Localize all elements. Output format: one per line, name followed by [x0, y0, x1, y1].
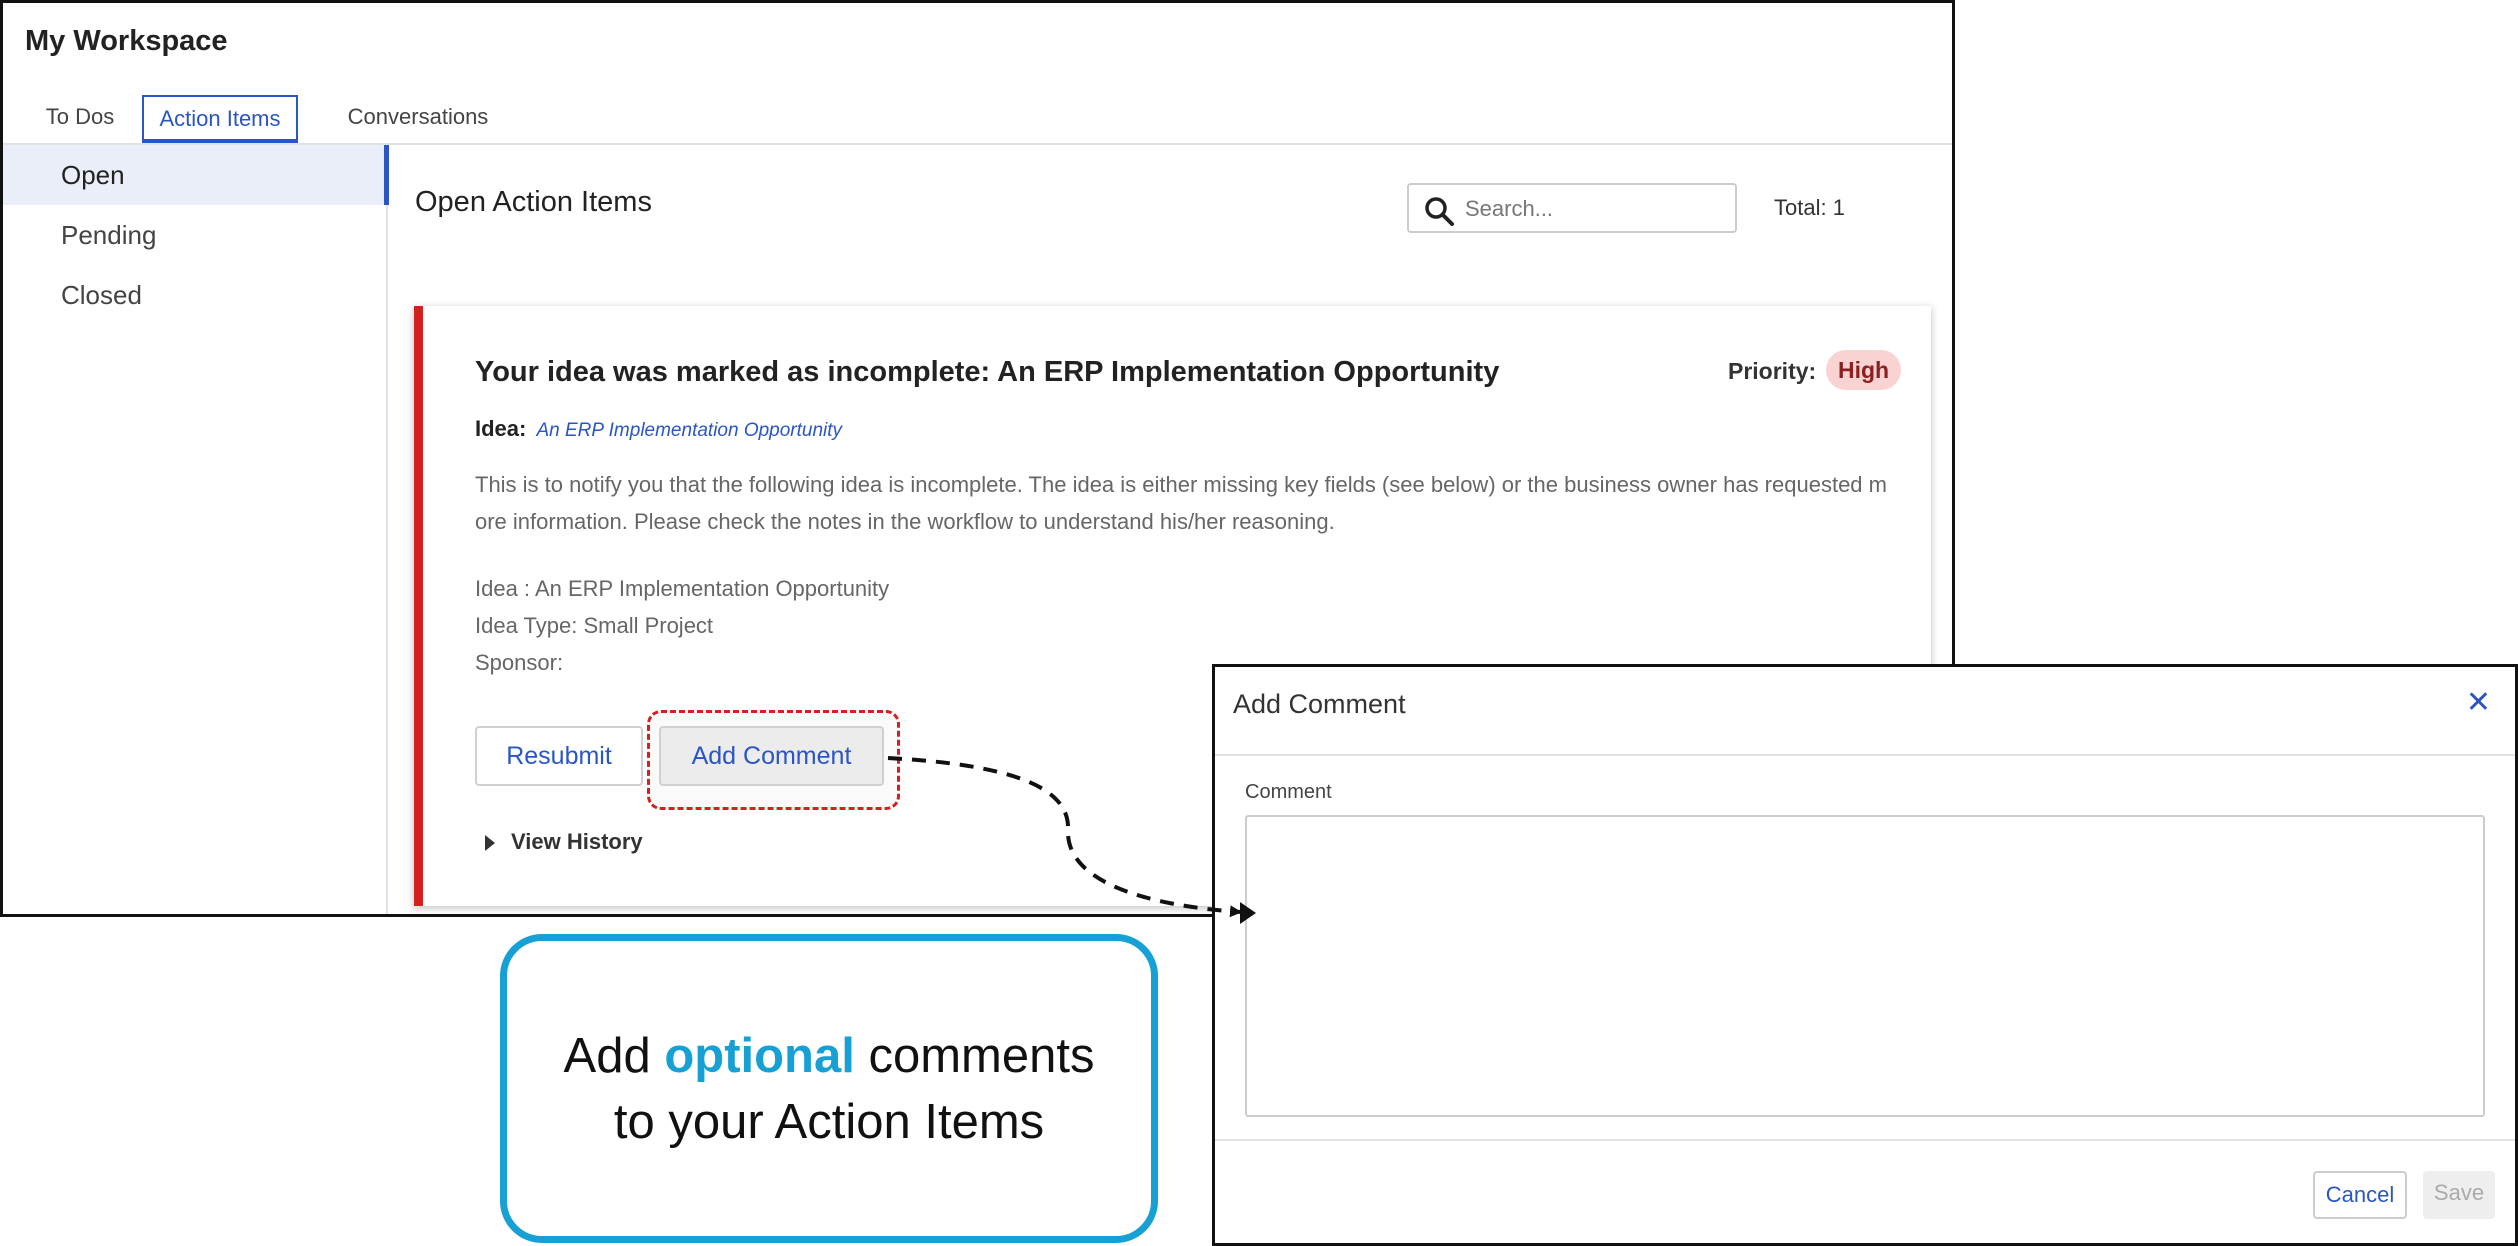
comment-textarea[interactable]	[1245, 815, 2485, 1117]
callout-text: Add optional comments to your Action Ite…	[564, 1023, 1095, 1155]
tab-to-dos[interactable]: To Dos	[25, 95, 135, 143]
page-title: My Workspace	[25, 25, 228, 57]
detail-idea: Idea : An ERP Implementation Opportunity	[475, 576, 890, 601]
add-comment-button[interactable]: Add Comment	[659, 726, 884, 786]
sidebar: Open Pending Closed	[3, 145, 389, 914]
idea-row: Idea: An ERP Implementation Opportunity	[475, 416, 842, 442]
dialog-title: Add Comment	[1233, 689, 1406, 719]
action-item-title: Your idea was marked as incomplete: An E…	[475, 356, 1500, 388]
comment-label: Comment	[1245, 781, 1332, 803]
sidebar-item-pending[interactable]: Pending	[3, 205, 386, 265]
cancel-button[interactable]: Cancel	[2313, 1171, 2407, 1219]
search-box[interactable]	[1407, 183, 1737, 233]
caret-right-icon	[485, 835, 495, 852]
action-item-description: This is to notify you that the following…	[475, 472, 1887, 534]
dialog-divider-bottom	[1215, 1139, 2515, 1141]
add-comment-dialog: Add Comment ✕ Comment Cancel Save	[1212, 664, 2518, 1246]
total-count: Total: 1	[1774, 195, 1845, 220]
priority-label: Priority:	[1728, 358, 1817, 384]
callout-accent: optional	[664, 1028, 855, 1083]
priority-badge: High	[1826, 350, 1902, 390]
view-history-toggle[interactable]: View History	[485, 829, 643, 855]
callout-before: Add	[563, 1028, 665, 1083]
search-input[interactable]	[1465, 193, 1725, 225]
resubmit-button[interactable]: Resubmit	[475, 726, 643, 786]
callout-after: comments	[854, 1028, 1095, 1083]
detail-idea-type: Idea Type: Small Project	[475, 613, 714, 638]
callout-line2: to your Action Items	[613, 1094, 1045, 1149]
idea-link[interactable]: An ERP Implementation Opportunity	[536, 420, 842, 441]
section-title: Open Action Items	[415, 186, 652, 218]
view-history-label: View History	[511, 829, 643, 854]
sidebar-item-open[interactable]: Open	[3, 145, 389, 205]
close-icon[interactable]: ✕	[2466, 685, 2491, 720]
dialog-divider-top	[1215, 754, 2515, 756]
sidebar-item-closed[interactable]: Closed	[3, 265, 386, 325]
idea-label: Idea:	[475, 416, 527, 441]
detail-sponsor: Sponsor:	[475, 650, 564, 675]
search-icon	[1425, 197, 1454, 226]
tab-action-items[interactable]: Action Items	[142, 95, 298, 143]
save-button[interactable]: Save	[2423, 1171, 2495, 1219]
callout-box: Add optional comments to your Action Ite…	[500, 934, 1158, 1243]
tab-conversations[interactable]: Conversations	[313, 95, 523, 143]
